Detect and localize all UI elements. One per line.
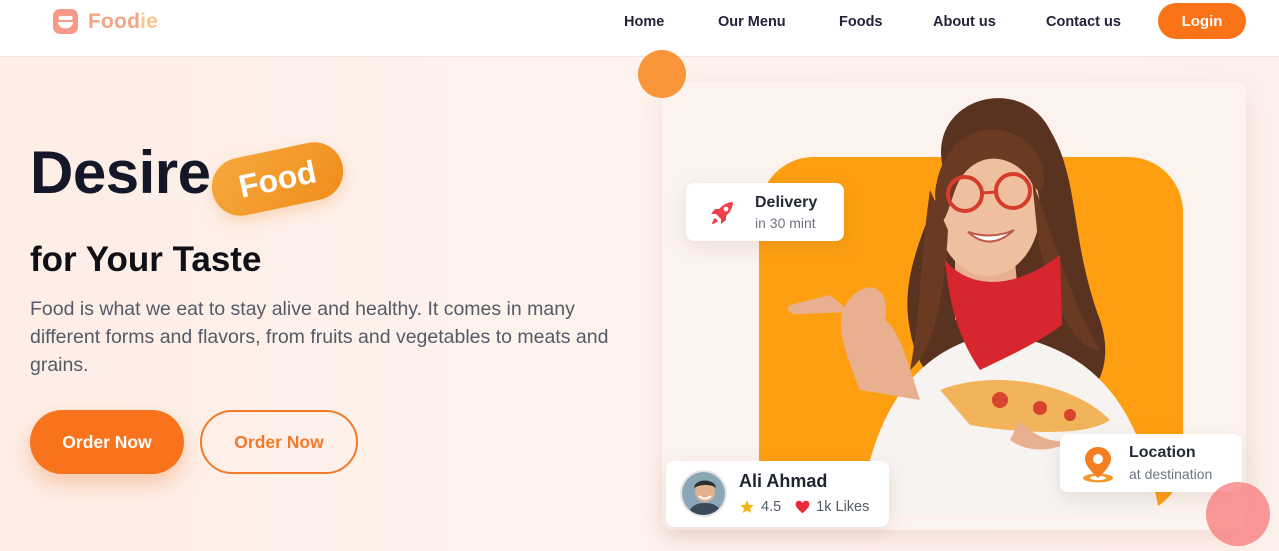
nav-our-menu[interactable]: Our Menu <box>718 14 786 30</box>
order-now-button[interactable]: Order Now <box>30 410 184 474</box>
profile-name: Ali Ahmad <box>739 471 828 491</box>
nav-home[interactable]: Home <box>624 14 664 30</box>
likes-count: 1k Likes <box>816 499 870 515</box>
nav-about-us[interactable]: About us <box>933 14 996 30</box>
login-button[interactable]: Login <box>1158 3 1246 39</box>
decorative-circle-pink <box>1206 482 1270 546</box>
brand-name: Foodie <box>88 10 158 34</box>
avatar <box>680 470 727 517</box>
brand-logo[interactable]: Foodie <box>53 9 158 34</box>
brand-name-part2: ie <box>140 9 159 33</box>
nav-contact-us[interactable]: Contact us <box>1046 14 1121 30</box>
navbar: Foodie Home Our Menu Foods About us Cont… <box>0 0 1279 57</box>
profile-card[interactable]: Ali Ahmad 4.5 1k Likes <box>666 461 889 527</box>
hero-subtitle: for Your Taste <box>30 240 262 279</box>
chef-bowl-icon <box>53 9 78 34</box>
star-icon <box>740 500 754 513</box>
rating-value: 4.5 <box>761 499 782 515</box>
location-subtitle: at destination <box>1129 466 1213 482</box>
location-title: Location <box>1129 444 1196 461</box>
rating-row: 4.5 1k Likes <box>739 499 869 515</box>
hero-description: Food is what we eat to stay alive and he… <box>30 298 609 376</box>
delivery-card: Delivery in 30 mint <box>686 183 844 241</box>
rocket-icon <box>711 202 733 224</box>
avatar-image <box>682 472 725 515</box>
decorative-circle-orange <box>638 50 686 98</box>
location-pin-icon <box>1083 447 1113 483</box>
order-now-outline-button[interactable]: Order Now <box>200 410 358 474</box>
delivery-subtitle: in 30 mint <box>755 215 816 231</box>
heart-icon <box>795 500 810 514</box>
delivery-title: Delivery <box>755 194 818 211</box>
nav-foods[interactable]: Foods <box>839 14 883 30</box>
location-card: Location at destination <box>1060 434 1242 492</box>
hero-headline: Desire <box>30 139 211 206</box>
brand-name-part1: Food <box>88 9 141 33</box>
